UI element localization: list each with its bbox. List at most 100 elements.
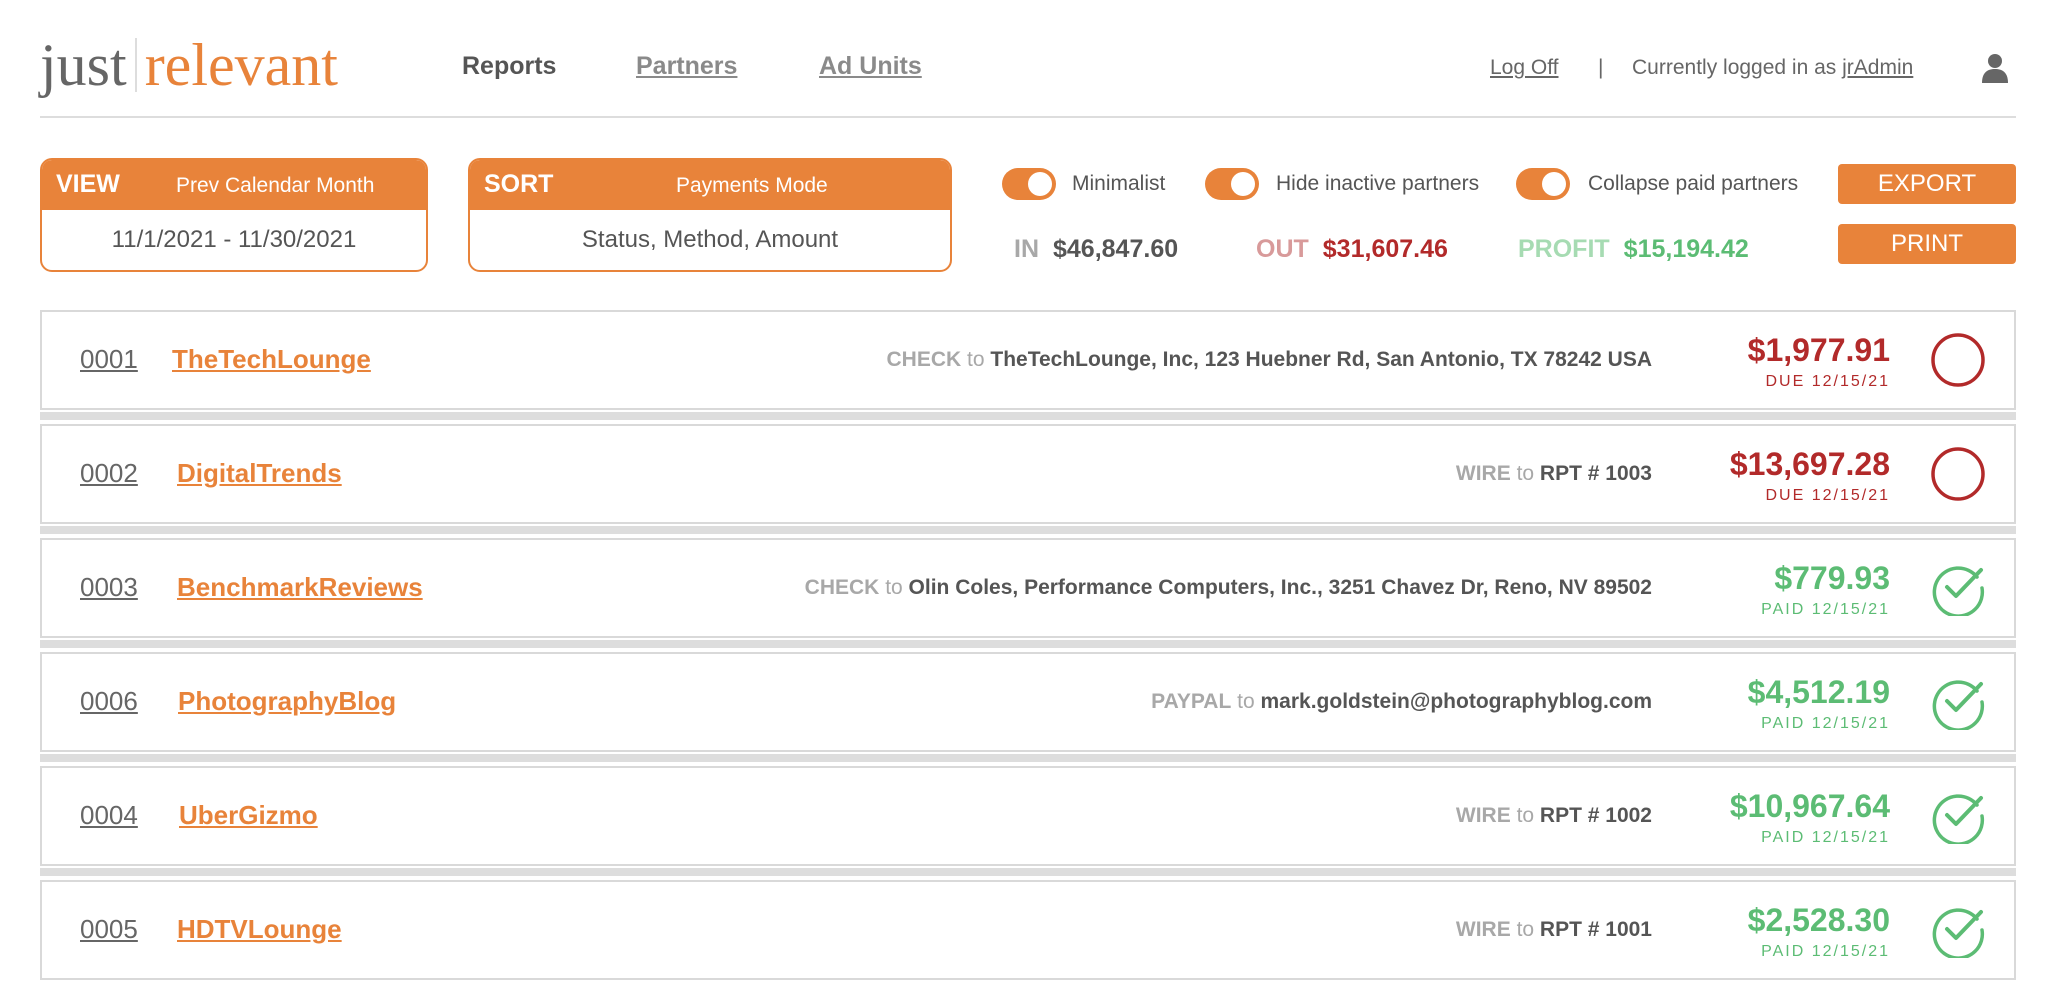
toggle-minimalist-label: Minimalist [1072,172,1166,195]
partner-name-link[interactable]: HDTVLounge [177,914,342,945]
table-row[interactable]: 0002 DigitalTrends WIRE to RPT # 1003 $1… [40,424,2016,524]
username-link[interactable]: jrAdmin [1842,56,1913,79]
toggle-knob [1028,172,1052,196]
payment-to: to [1516,804,1535,827]
payment-details: CHECK to Olin Coles, Performance Compute… [805,576,1652,600]
toggle-hide-inactive-label: Hide inactive partners [1276,172,1480,195]
partner-id-link[interactable]: 0004 [80,800,138,831]
payment-status: PAID 12/15/21 [1761,943,1890,960]
payment-to: to [1516,462,1535,485]
logoff-link[interactable]: Log Off [1490,56,1559,80]
export-button[interactable]: EXPORT [1838,164,2016,204]
payment-to: to [885,576,903,599]
payment-destination: RPT # 1003 [1539,462,1652,485]
payment-status: DUE 12/15/21 [1765,487,1890,504]
view-mode[interactable]: Prev Calendar Month [176,174,374,198]
table-row[interactable]: 0006 PhotographyBlog PAYPAL to mark.gold… [40,652,2016,752]
payment-details: CHECK to TheTechLounge, Inc, 123 Huebner… [887,348,1653,372]
summary-in: IN $46,847.60 [1014,235,1178,264]
payment-method: WIRE [1455,462,1511,485]
logged-in-prefix: Currently logged in as [1632,56,1837,79]
table-row[interactable]: 0004 UberGizmo WIRE to RPT # 1002 $10,96… [40,766,2016,866]
sort-selector[interactable]: SORT Payments Mode Status, Method, Amoun… [468,158,952,272]
summary-in-label: IN [1014,235,1039,263]
payment-to: to [967,348,985,371]
partner-name-link[interactable]: DigitalTrends [177,458,342,489]
paid-check-icon[interactable] [1930,902,1986,958]
summary-profit-value: $15,194.42 [1623,235,1749,263]
payment-amount: $1,977.91 [1747,332,1890,368]
logo-divider [134,38,137,92]
row-divider [40,526,2016,534]
partner-id-link[interactable]: 0006 [80,686,138,717]
payment-method: CHECK [804,576,880,599]
partner-name-link[interactable]: TheTechLounge [172,344,371,375]
payment-status: DUE 12/15/21 [1765,373,1890,390]
sort-label: SORT [484,170,554,198]
toggle-collapse-paid[interactable] [1516,168,1570,200]
payment-status: PAID 12/15/21 [1761,715,1890,732]
logo[interactable]: just relevant [40,30,338,100]
print-button[interactable]: PRINT [1838,224,2016,264]
nav-partners[interactable]: Partners [636,52,737,81]
partner-id-link[interactable]: 0003 [80,572,138,603]
partner-name-link[interactable]: PhotographyBlog [178,686,396,717]
row-divider [40,412,2016,420]
toggle-minimalist[interactable] [1002,168,1056,200]
header-divider [40,116,2016,118]
table-row[interactable]: 0005 HDTVLounge WIRE to RPT # 1001 $2,52… [40,880,2016,980]
toggle-knob [1231,172,1255,196]
toggle-collapse-paid-label: Collapse paid partners [1588,172,1799,195]
sort-mode[interactable]: Payments Mode [676,174,828,198]
row-divider [40,868,2016,876]
person-icon[interactable] [1982,53,2008,83]
payment-details: WIRE to RPT # 1002 [1456,804,1652,828]
unpaid-circle-icon[interactable] [1930,332,1986,388]
paid-check-icon[interactable] [1930,674,1986,730]
unpaid-circle-icon[interactable] [1930,446,1986,502]
view-selector[interactable]: VIEW Prev Calendar Month 11/1/2021 - 11/… [40,158,428,272]
payment-details: WIRE to RPT # 1001 [1456,918,1652,942]
logged-in-text: Currently logged in as jrAdmin [1632,56,1913,80]
payment-amount: $2,528.30 [1747,902,1890,938]
payment-destination: mark.goldstein@photographyblog.com [1260,690,1653,713]
table-row[interactable]: 0001 TheTechLounge CHECK to TheTechLoung… [40,310,2016,410]
payment-status: PAID 12/15/21 [1761,601,1890,618]
summary-profit-label: PROFIT [1518,235,1610,263]
paid-check-icon[interactable] [1930,560,1986,616]
view-date-range[interactable]: 11/1/2021 - 11/30/2021 [42,210,426,270]
payment-destination: RPT # 1001 [1539,918,1652,941]
table-row[interactable]: 0003 BenchmarkReviews CHECK to Olin Cole… [40,538,2016,638]
summary-out-value: $31,607.46 [1322,235,1448,263]
summary-out: OUT $31,607.46 [1256,235,1448,264]
nav-reports[interactable]: Reports [462,52,556,81]
logo-text-just: just [40,32,127,98]
logo-text-relevant: relevant [144,32,338,98]
payment-to: to [1237,690,1255,713]
partner-id-link[interactable]: 0001 [80,344,138,375]
payment-destination: Olin Coles, Performance Computers, Inc.,… [908,576,1652,599]
payment-destination: RPT # 1002 [1539,804,1652,827]
payment-method: WIRE [1455,918,1511,941]
payment-amount: $13,697.28 [1729,446,1890,482]
payment-amount: $4,512.19 [1747,674,1890,710]
payment-details: WIRE to RPT # 1003 [1456,462,1652,486]
payment-method: PAYPAL [1151,690,1232,713]
payment-amount: $779.93 [1774,560,1890,596]
sort-selector-header: SORT Payments Mode [470,160,950,210]
view-selector-header: VIEW Prev Calendar Month [42,160,426,210]
row-divider [40,640,2016,648]
partner-id-link[interactable]: 0005 [80,914,138,945]
summary-out-label: OUT [1256,235,1309,263]
payment-method: WIRE [1455,804,1511,827]
nav-ad-units[interactable]: Ad Units [819,52,922,81]
payment-destination: TheTechLounge, Inc, 123 Huebner Rd, San … [990,348,1652,371]
toggle-hide-inactive[interactable] [1205,168,1259,200]
payment-amount: $10,967.64 [1729,788,1890,824]
partner-id-link[interactable]: 0002 [80,458,138,489]
sort-order[interactable]: Status, Method, Amount [470,210,950,270]
payment-details: PAYPAL to mark.goldstein@photographyblog… [1151,690,1652,714]
paid-check-icon[interactable] [1930,788,1986,844]
partner-name-link[interactable]: UberGizmo [179,800,318,831]
partner-name-link[interactable]: BenchmarkReviews [177,572,423,603]
